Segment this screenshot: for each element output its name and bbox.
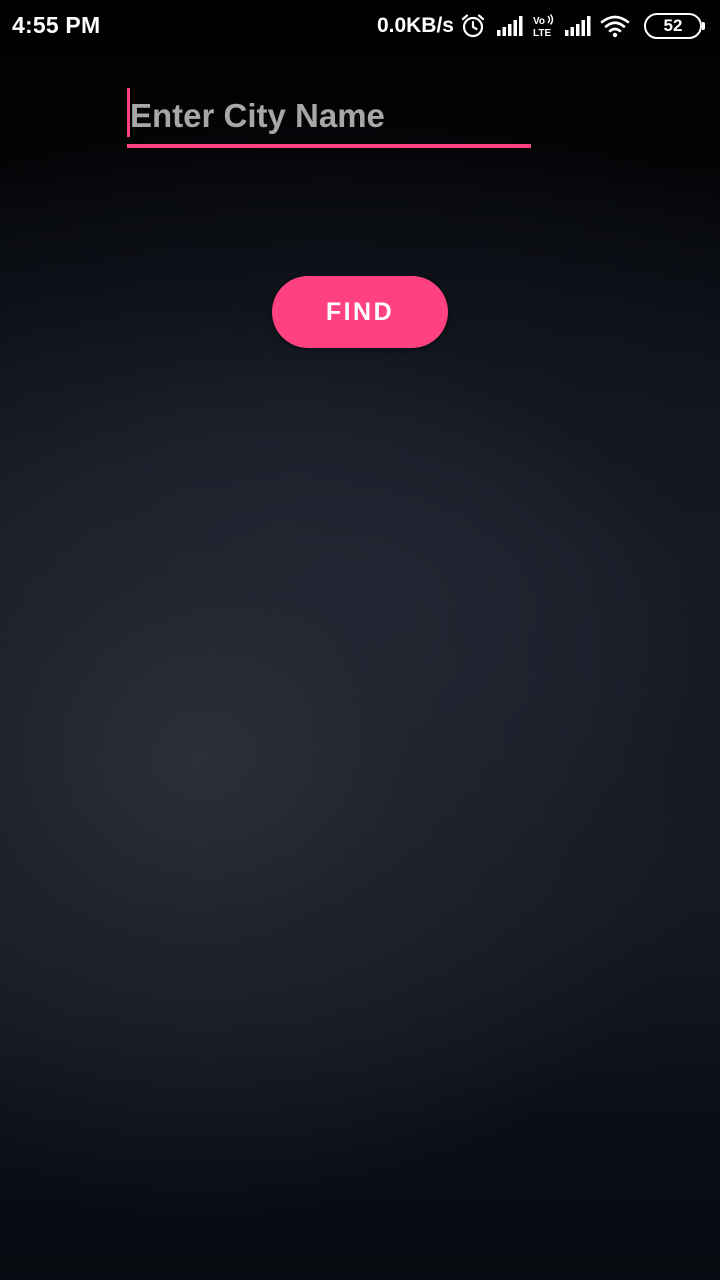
svg-text:LTE: LTE (533, 28, 551, 39)
signal-icon (496, 15, 524, 37)
status-icons: 0.0KB/s Vo LTE 52 (376, 10, 705, 42)
wifi-icon (600, 14, 630, 38)
city-name-input[interactable] (127, 88, 531, 144)
find-button[interactable]: FIND (272, 276, 448, 348)
svg-text:Vo: Vo (533, 16, 545, 27)
network-speed: 0.0KB/s (376, 14, 454, 37)
battery-icon: 52 (644, 13, 705, 39)
text-cursor (127, 88, 130, 137)
input-underline (127, 144, 531, 148)
app-screen: 4:55 PM 0.0KB/s Vo LTE 52 Enter City Nam… (0, 0, 720, 1280)
battery-level: 52 (663, 16, 683, 35)
volte-lte-icon: Vo LTE (532, 13, 558, 39)
signal-icon (564, 15, 592, 37)
status-bar: 4:55 PM 0.0KB/s Vo LTE 52 (0, 0, 720, 52)
status-time: 4:55 PM (12, 12, 101, 38)
find-button-label: FIND (325, 297, 395, 326)
alarm-icon (460, 13, 486, 39)
city-search-field[interactable] (127, 88, 531, 148)
